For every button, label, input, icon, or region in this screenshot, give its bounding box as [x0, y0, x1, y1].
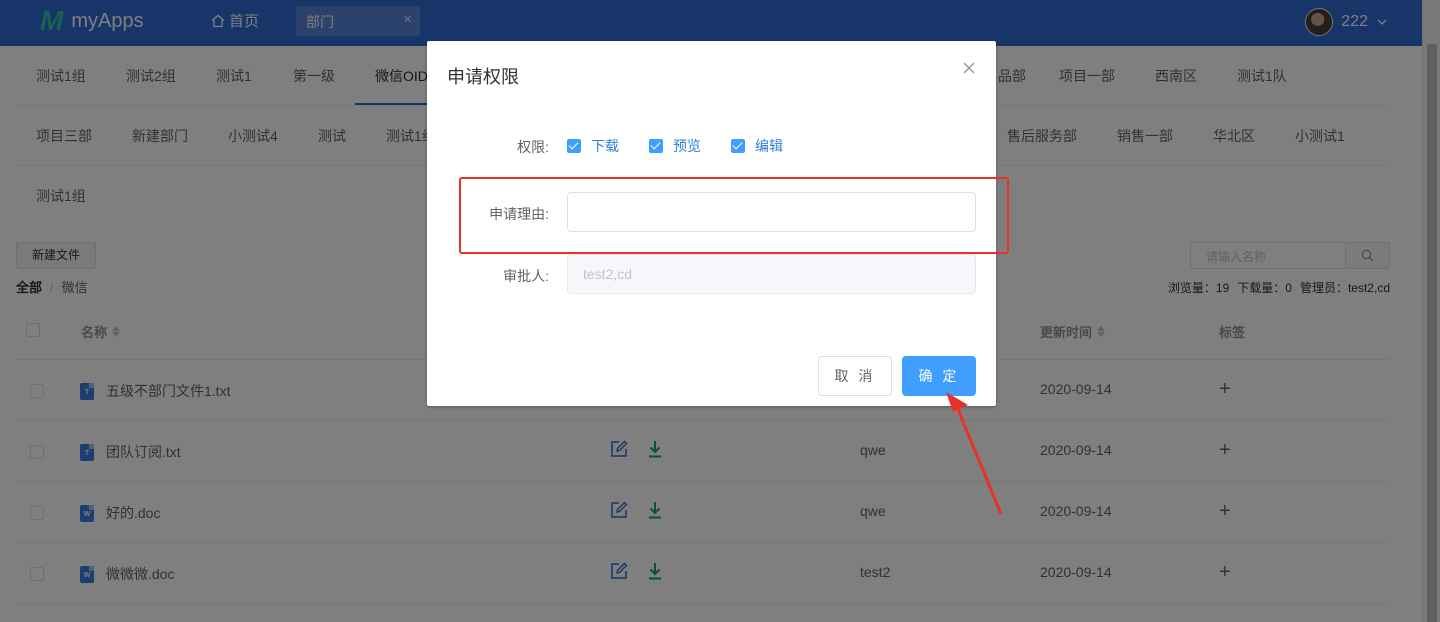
annotation-highlight-box — [459, 177, 1009, 254]
permission-preview-checkbox[interactable]: 预览 — [649, 136, 701, 156]
permission-options: 下载 预览 编辑 — [567, 136, 813, 156]
permission-download-label: 下载 — [591, 138, 619, 154]
close-icon[interactable] — [962, 61, 976, 75]
permission-edit-label: 编辑 — [755, 138, 783, 154]
dialog-title: 申请权限 — [447, 67, 519, 87]
permission-download-checkbox[interactable]: 下载 — [567, 136, 619, 156]
cancel-button[interactable]: 取 消 — [818, 356, 892, 396]
checkbox-checked-icon — [567, 139, 581, 153]
checkbox-checked-icon — [649, 139, 663, 153]
permission-label: 权限: — [517, 139, 549, 155]
permission-preview-label: 预览 — [673, 138, 701, 154]
confirm-button[interactable]: 确 定 — [902, 356, 976, 396]
approver-field: test2,cd — [567, 254, 976, 294]
checkbox-checked-icon — [731, 139, 745, 153]
permission-edit-checkbox[interactable]: 编辑 — [731, 136, 783, 156]
approver-label: 审批人: — [503, 268, 549, 284]
